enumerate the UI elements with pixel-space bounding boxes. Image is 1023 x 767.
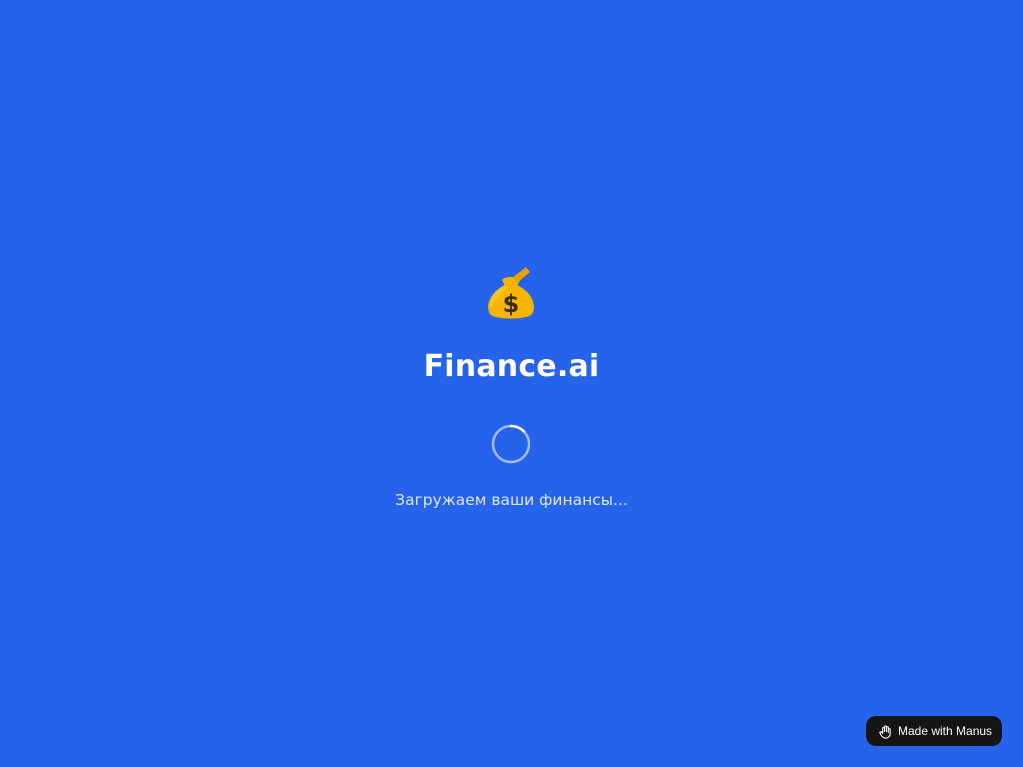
svg-text:$: $: [503, 290, 520, 318]
badge-label: Made with Manus: [898, 724, 993, 738]
made-with-manus-badge[interactable]: Made with Manus: [866, 716, 1002, 746]
app-title: Finance.ai: [423, 349, 600, 384]
loading-message: Загружаем ваши финансы...: [395, 491, 628, 509]
money-bag-icon: $: [488, 267, 534, 319]
loading-screen: $ Finance.ai Загружаем ваши финансы...: [0, 0, 1023, 767]
loading-spinner: [491, 424, 531, 464]
manus-hand-icon: [879, 724, 891, 739]
